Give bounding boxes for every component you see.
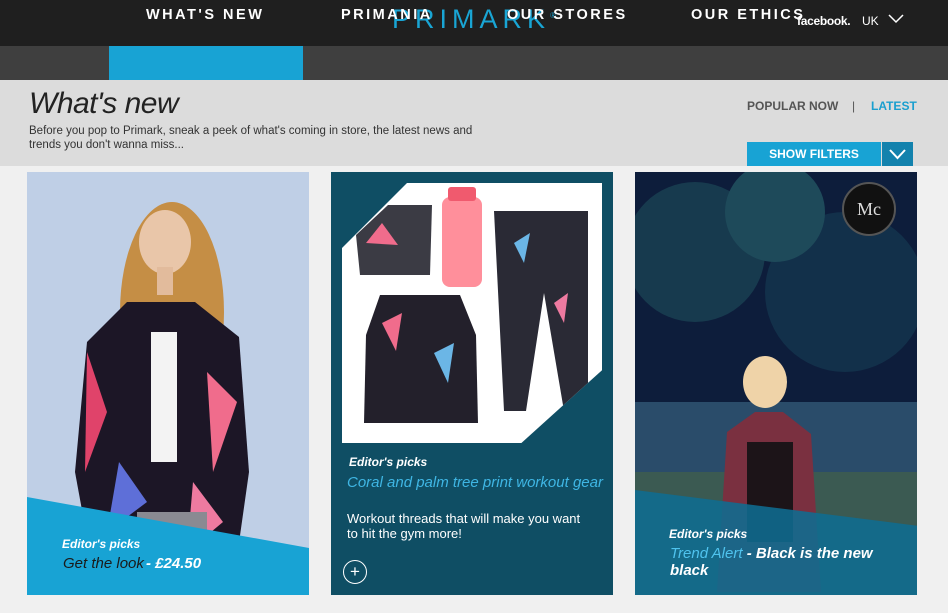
nav-item-our-stores[interactable]: OUR STORES: [507, 0, 628, 34]
card-title: Trend Alert - Black is the new black: [670, 545, 900, 579]
workout-gear-collage-image: [356, 187, 588, 423]
nav-item-whats-new[interactable]: WHAT'S NEW: [146, 0, 264, 34]
sort-separator: |: [852, 99, 856, 113]
card-eyebrow: Editor's picks: [349, 455, 428, 469]
page-intro: Before you pop to Primark, sneak a peek …: [29, 125, 473, 151]
product-collage-frame: [342, 183, 602, 443]
nav-item-primania[interactable]: PRIMANIA: [341, 0, 433, 34]
card-description: Workout threads that will make you want …: [347, 511, 581, 541]
nav-item-our-ethics[interactable]: OUR ETHICS: [691, 0, 805, 34]
card-title: Get the look: [63, 555, 144, 572]
card-title: Coral and palm tree print workout gear: [347, 474, 603, 491]
card-eyebrow: Editor's picks: [669, 527, 748, 541]
sort-latest[interactable]: LATEST: [871, 99, 917, 113]
card-title-accent: Trend Alert: [670, 545, 743, 562]
sort-popular-now[interactable]: POPULAR NOW: [747, 99, 838, 113]
card-price: - £24.50: [146, 555, 202, 572]
expand-plus-icon[interactable]: +: [343, 560, 367, 584]
page-title: What's new: [29, 87, 179, 120]
card-eyebrow: Editor's picks: [62, 537, 141, 551]
article-card-workout-gear[interactable]: Editor's picks Coral and palm tree print…: [331, 172, 613, 595]
chevron-down-icon: [889, 149, 906, 160]
article-card-get-the-look[interactable]: Editor's picks Get the look - £24.50: [27, 172, 309, 595]
show-filters-button[interactable]: SHOW FILTERS: [747, 142, 881, 166]
mc-badge-logo: Mc: [842, 182, 896, 236]
filter-toggle[interactable]: [882, 142, 913, 166]
region-selector[interactable]: UK: [862, 14, 879, 28]
article-card-trend-alert[interactable]: Mc Editor's picks Trend Alert - Black is…: [635, 172, 917, 595]
chevron-down-icon[interactable]: [887, 12, 905, 26]
